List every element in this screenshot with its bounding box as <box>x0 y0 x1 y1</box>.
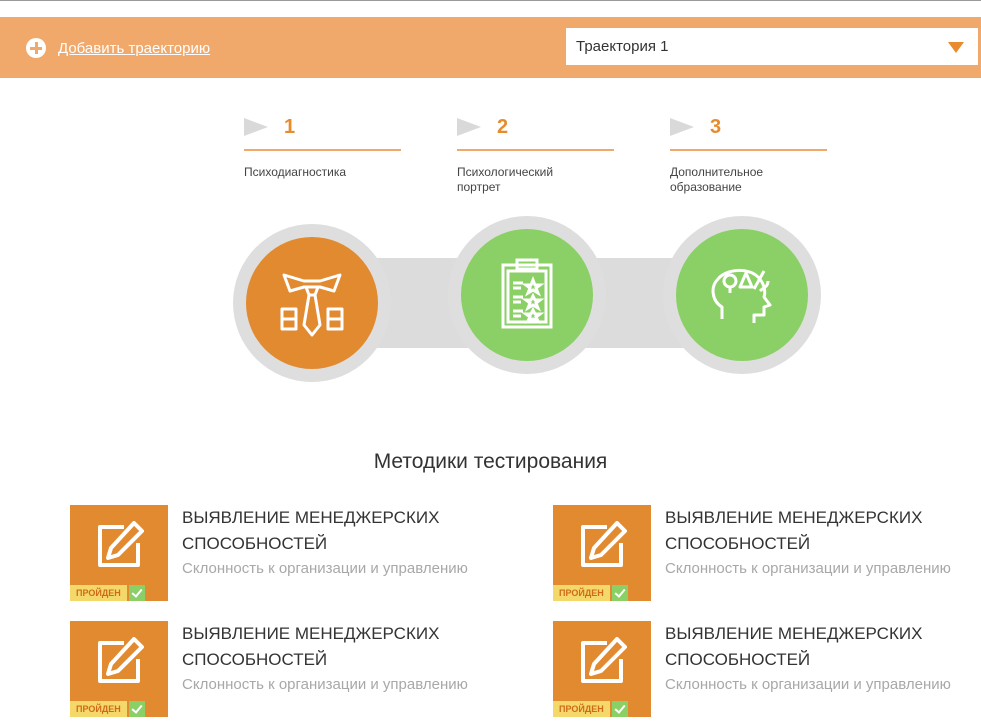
step-3-circle-fill <box>676 229 808 361</box>
step-2-circle[interactable] <box>448 216 606 374</box>
head-ideas-icon <box>711 269 772 323</box>
check-icon <box>611 701 628 717</box>
add-trajectory-button[interactable]: Добавить траекторию <box>26 37 210 59</box>
trajectory-select[interactable]: Траектория 1 <box>566 28 978 65</box>
edit-icon <box>98 521 144 567</box>
step-number: 1 <box>284 115 296 138</box>
check-icon <box>611 585 628 601</box>
card-title[interactable]: ВЫЯВЛЕНИЕ МЕНЕДЖЕРСКИХ СПОСОБНОСТЕЙ <box>665 505 955 557</box>
edit-icon <box>98 637 144 683</box>
test-card[interactable]: ПРОЙДЕН ВЫЯВЛЕНИЕ МЕНЕДЖЕРСКИХ СПОСОБНОС… <box>553 505 953 605</box>
test-card[interactable]: ПРОЙДЕН ВЫЯВЛЕНИЕ МЕНЕДЖЕРСКИХ СПОСОБНОС… <box>553 621 953 721</box>
card-title[interactable]: ВЫЯВЛЕНИЕ МЕНЕДЖЕРСКИХ СПОСОБНОСТЕЙ <box>665 621 955 673</box>
step-title: Психологический портрет <box>457 165 554 194</box>
card-title[interactable]: ВЫЯВЛЕНИЕ МЕНЕДЖЕРСКИХ СПОСОБНОСТЕЙ <box>182 621 472 673</box>
test-card[interactable]: ПРОЙДЕН ВЫЯВЛЕНИЕ МЕНЕДЖЕРСКИХ СПОСОБНОС… <box>70 505 470 605</box>
flag-icon <box>670 118 694 136</box>
flag-icon <box>244 118 268 136</box>
step-1-circle[interactable] <box>233 224 391 382</box>
top-divider <box>0 0 981 1</box>
clipboard-checklist-icon <box>501 258 553 329</box>
edit-icon <box>581 521 627 567</box>
step-1[interactable]: 1 Психодиагностика <box>244 116 401 180</box>
status-badge: ПРОЙДЕН <box>553 585 628 601</box>
test-card[interactable]: ПРОЙДЕН ВЫЯВЛЕНИЕ МЕНЕДЖЕРСКИХ СПОСОБНОС… <box>70 621 470 721</box>
check-icon <box>128 585 145 601</box>
step-2-circle-fill <box>461 229 593 361</box>
step-underline <box>457 149 614 151</box>
check-icon <box>128 701 145 717</box>
top-bar: Добавить траекторию Траектория 1 <box>0 0 981 78</box>
step-number: 3 <box>710 115 722 138</box>
status-badge-label: ПРОЙДЕН <box>553 701 610 717</box>
status-badge: ПРОЙДЕН <box>70 701 145 717</box>
card-subtitle: Склонность к организации и управлению <box>182 676 468 693</box>
status-badge-label: ПРОЙДЕН <box>70 585 127 601</box>
step-2[interactable]: 2 Психологический портрет <box>457 116 614 195</box>
step-underline <box>670 149 827 151</box>
card-subtitle: Склонность к организации и управлению <box>182 560 468 577</box>
edit-icon <box>581 637 627 683</box>
step-number: 2 <box>497 115 509 138</box>
dropdown-arrow-icon[interactable] <box>948 42 964 53</box>
trajectory-select-value: Траектория 1 <box>576 38 669 55</box>
step-title: Психодиагностика <box>244 165 347 179</box>
card-subtitle: Склонность к организации и управлению <box>665 560 951 577</box>
step-3-circle[interactable] <box>663 216 821 374</box>
section-title: Методики тестирования <box>373 450 608 473</box>
card-title[interactable]: ВЫЯВЛЕНИЕ МЕНЕДЖЕРСКИХ СПОСОБНОСТЕЙ <box>182 505 472 557</box>
step-title: Дополнительное образование <box>670 165 764 194</box>
status-badge-label: ПРОЙДЕН <box>70 701 127 717</box>
step-1-circle-fill <box>246 237 378 369</box>
status-badge: ПРОЙДЕН <box>70 585 145 601</box>
tie-suit-icon <box>280 273 344 337</box>
flag-icon <box>457 118 481 136</box>
step-underline <box>244 149 401 151</box>
status-badge: ПРОЙДЕН <box>553 701 628 717</box>
card-subtitle: Склонность к организации и управлению <box>665 676 951 693</box>
step-3[interactable]: 3 Дополнительное образование <box>670 116 827 195</box>
status-badge-label: ПРОЙДЕН <box>553 585 610 601</box>
plus-circle-icon <box>26 38 46 58</box>
add-trajectory-link[interactable]: Добавить траекторию <box>58 40 210 57</box>
